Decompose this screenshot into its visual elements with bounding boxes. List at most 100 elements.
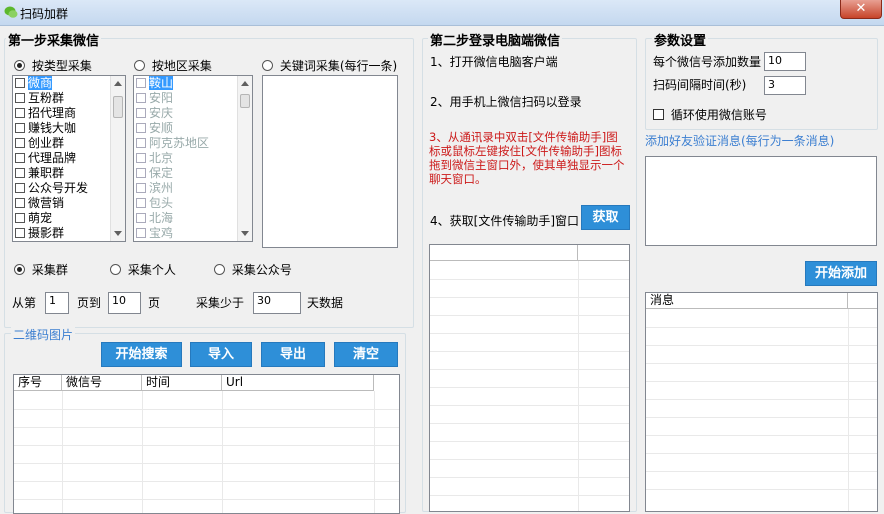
type-list-item-checkbox[interactable] — [15, 93, 25, 103]
scroll-thumb[interactable] — [113, 96, 123, 118]
start-add-button[interactable]: 开始添加 — [805, 261, 877, 286]
col-header-wechat-id[interactable]: 微信号 — [62, 375, 142, 391]
type-list-item-checkbox[interactable] — [15, 123, 25, 133]
region-list-item-checkbox[interactable] — [136, 213, 146, 223]
type-list-item-checkbox[interactable] — [15, 213, 25, 223]
add-count-input[interactable]: 10 — [764, 52, 806, 71]
region-list-item-label: 北京 — [149, 151, 174, 165]
region-list-item[interactable]: 安阳 — [134, 91, 252, 106]
region-list-item-checkbox[interactable] — [136, 228, 146, 238]
radio-target-official[interactable]: 采集公众号 — [214, 261, 292, 278]
radio-mode-type[interactable]: 按类型采集 — [14, 57, 92, 74]
type-list-item[interactable]: 互粉群 — [13, 91, 125, 106]
get-window-button[interactable]: 获取 — [581, 205, 630, 230]
page-from-input[interactable]: 1 — [45, 292, 69, 314]
type-list-item-checkbox[interactable] — [15, 168, 25, 178]
type-list-item[interactable]: 代理品牌 — [13, 151, 125, 166]
radio-target-person-dot[interactable] — [110, 264, 121, 275]
type-list-scrollbar[interactable] — [110, 76, 125, 241]
type-list-item-checkbox[interactable] — [15, 153, 25, 163]
region-list-item-checkbox[interactable] — [136, 183, 146, 193]
radio-target-official-dot[interactable] — [214, 264, 225, 275]
region-list-item[interactable]: 滨州 — [134, 181, 252, 196]
region-list-item[interactable]: 阿克苏地区 — [134, 136, 252, 151]
radio-target-group[interactable]: 采集群 — [14, 261, 68, 278]
region-listbox[interactable]: 鞍山 安阳 安庆 安顺 阿克苏地区 北京 保定 滨州 包头 北海 宝鸡 — [133, 75, 253, 242]
close-button[interactable]: ✕ — [840, 0, 882, 19]
type-list-item-checkbox[interactable] — [15, 228, 25, 238]
region-list-item-checkbox[interactable] — [136, 138, 146, 148]
col-header[interactable] — [848, 293, 877, 309]
loop-accounts-checkbox-box[interactable] — [653, 109, 664, 120]
grid-line — [646, 453, 877, 454]
type-list-item[interactable]: 赚钱大咖 — [13, 121, 125, 136]
radio-target-person[interactable]: 采集个人 — [110, 261, 176, 278]
region-list-item-label: 保定 — [149, 166, 174, 180]
type-list-item[interactable]: 公众号开发 — [13, 181, 125, 196]
clear-button[interactable]: 清空 — [334, 342, 398, 367]
col-header[interactable] — [578, 245, 629, 261]
type-list-item-checkbox[interactable] — [15, 138, 25, 148]
scroll-down-arrow-icon[interactable] — [241, 231, 249, 236]
region-list-item[interactable]: 安庆 — [134, 106, 252, 121]
import-button[interactable]: 导入 — [190, 342, 252, 367]
verify-message-textarea[interactable] — [645, 156, 877, 246]
type-list-item[interactable]: 萌宠 — [13, 211, 125, 226]
region-list-item[interactable]: 鞍山 — [134, 76, 252, 91]
radio-mode-region-dot[interactable] — [134, 60, 145, 71]
col-header-index[interactable]: 序号 — [14, 375, 62, 391]
type-listbox[interactable]: 微商 互粉群 招代理商 赚钱大咖 创业群 代理品牌 兼职群 公众号开发 微营销 萌宠 摄影群 — [12, 75, 126, 242]
region-list-item[interactable]: 北海 — [134, 211, 252, 226]
type-list-item-checkbox[interactable] — [15, 198, 25, 208]
scroll-up-arrow-icon[interactable] — [241, 81, 249, 86]
days-input[interactable]: 30 — [253, 292, 301, 314]
type-list-item[interactable]: 微营销 — [13, 196, 125, 211]
scroll-down-arrow-icon[interactable] — [114, 231, 122, 236]
region-list-item-checkbox[interactable] — [136, 168, 146, 178]
type-list-item[interactable]: 摄影群 — [13, 226, 125, 241]
type-list-item[interactable]: 创业群 — [13, 136, 125, 151]
type-list-item[interactable]: 微商 — [13, 76, 125, 91]
export-button[interactable]: 导出 — [261, 342, 325, 367]
page-to-input[interactable]: 10 — [108, 292, 141, 314]
grid-line — [430, 423, 629, 424]
region-list-item[interactable]: 宝鸡 — [134, 226, 252, 241]
col-header[interactable] — [430, 245, 578, 261]
grid-line — [646, 489, 877, 490]
start-search-button[interactable]: 开始搜索 — [101, 342, 182, 367]
message-list[interactable]: 消息 — [645, 292, 878, 512]
region-list-item[interactable]: 北京 — [134, 151, 252, 166]
radio-mode-keyword[interactable]: 关键词采集(每行一条) — [262, 57, 397, 74]
region-list-item-checkbox[interactable] — [136, 123, 146, 133]
type-list-item[interactable]: 招代理商 — [13, 106, 125, 121]
type-list-item[interactable]: 兼职群 — [13, 166, 125, 181]
region-list-item-checkbox[interactable] — [136, 93, 146, 103]
qrcode-table[interactable]: 序号 微信号 时间 Url — [13, 374, 400, 514]
col-header-message[interactable]: 消息 — [646, 293, 848, 309]
window-list[interactable] — [429, 244, 630, 512]
region-list-scrollbar[interactable] — [237, 76, 252, 241]
col-header-time[interactable]: 时间 — [142, 375, 222, 391]
region-list-item-checkbox[interactable] — [136, 153, 146, 163]
region-list-item[interactable]: 包头 — [134, 196, 252, 211]
type-list-item-checkbox[interactable] — [15, 78, 25, 88]
region-list-item-checkbox[interactable] — [136, 78, 146, 88]
radio-mode-keyword-dot[interactable] — [262, 60, 273, 71]
type-list-item-checkbox[interactable] — [15, 108, 25, 118]
type-list: 微商 互粉群 招代理商 赚钱大咖 创业群 代理品牌 兼职群 公众号开发 微营销 萌宠 摄影群 — [13, 76, 125, 241]
col-header-url[interactable]: Url — [222, 375, 374, 391]
interval-input[interactable]: 3 — [764, 76, 806, 95]
keyword-textarea[interactable] — [262, 75, 398, 248]
region-list-item-checkbox[interactable] — [136, 198, 146, 208]
region-list-item[interactable]: 保定 — [134, 166, 252, 181]
radio-target-group-dot[interactable] — [14, 264, 25, 275]
loop-accounts-checkbox[interactable]: 循环使用微信账号 — [653, 106, 767, 123]
radio-mode-type-dot[interactable] — [14, 60, 25, 71]
region-list-item-checkbox[interactable] — [136, 108, 146, 118]
radio-mode-region[interactable]: 按地区采集 — [134, 57, 212, 74]
scroll-up-arrow-icon[interactable] — [114, 81, 122, 86]
type-list-item-checkbox[interactable] — [15, 183, 25, 193]
grid-line — [646, 381, 877, 382]
region-list-item[interactable]: 安顺 — [134, 121, 252, 136]
scroll-thumb[interactable] — [240, 94, 250, 108]
